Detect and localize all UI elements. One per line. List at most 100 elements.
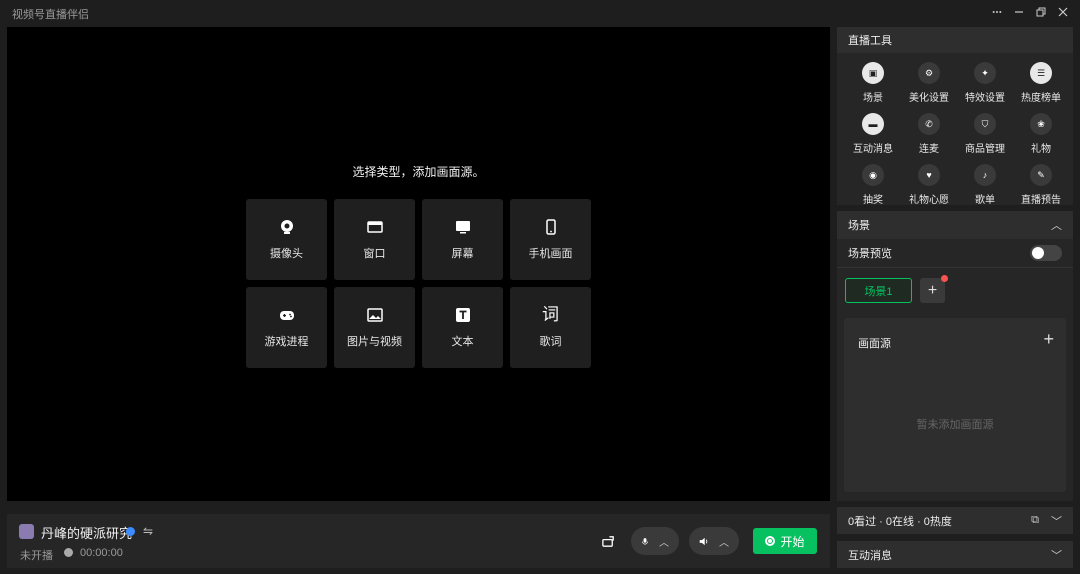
heart-icon: ♥ <box>918 164 940 186</box>
live-stats: 0看过 · 0在线 · 0热度 <box>848 515 952 528</box>
record-icon <box>765 536 776 546</box>
gift-icon: ❀ <box>1030 113 1052 135</box>
camera-icon <box>278 218 296 236</box>
rotate-button[interactable] <box>597 531 619 551</box>
source-text-button[interactable]: 文本 <box>422 287 503 368</box>
phone-icon <box>542 218 560 236</box>
tools-grid: ▣ 场景 ⚙ 美化设置 ✦ 特效设置 ☰ 热度榜单 ▬ 互动消息 ✆ 连麦 ⛉ 商品管理 ❀ 礼… <box>837 53 1073 215</box>
title-bar: 视频号直播伴侣 <box>0 0 1080 24</box>
avatar <box>19 524 34 539</box>
source-type-grid: 摄像头 窗口 屏幕 手机画面 游戏进程 图片与视频 文本 词 歌词 <box>246 199 591 368</box>
tool-messages[interactable]: ▬ 互动消息 <box>845 113 901 164</box>
scene-preview-toggle[interactable] <box>1030 245 1062 261</box>
tool-gift-wish[interactable]: ♥ 礼物心愿 <box>901 164 957 215</box>
more-icon[interactable] <box>986 2 1008 22</box>
clock-icon <box>64 548 73 557</box>
rotate-icon <box>601 535 614 547</box>
tool-beauty[interactable]: ⚙ 美化设置 <box>901 62 957 113</box>
messages-bar[interactable]: 互动消息 ﹀ <box>837 541 1073 568</box>
messages-title: 互动消息 <box>848 549 892 562</box>
tool-label: 特效设置 <box>965 93 1005 104</box>
tool-label: 歌单 <box>975 195 995 206</box>
stats-bar: 0看过 · 0在线 · 0热度 ⧉ ﹀ <box>837 507 1073 534</box>
panel-title: 直播工具 <box>837 27 1073 53</box>
speaker-control[interactable]: ︿ <box>689 527 739 555</box>
source-window-button[interactable]: 窗口 <box>334 199 415 280</box>
tool-products[interactable]: ⛉ 商品管理 <box>957 113 1013 164</box>
source-game-button[interactable]: 游戏进程 <box>246 287 327 368</box>
list-icon: ☰ <box>1030 62 1052 84</box>
scene-preview-row: 场景预览 <box>837 239 1073 268</box>
speaker-icon <box>699 537 708 545</box>
source-label: 屏幕 <box>451 248 474 260</box>
source-list-title: 画面源 <box>858 338 891 350</box>
source-phone-button[interactable]: 手机画面 <box>510 199 591 280</box>
chevron-down-icon[interactable]: ﹀ <box>1051 547 1062 563</box>
scene-panel: 场景 ︿ 场景预览 场景1 + 画面源 + 暂未添加画面源 <box>837 211 1073 501</box>
chevron-up-icon[interactable]: ︿ <box>719 534 729 549</box>
lottery-icon: ◉ <box>862 164 884 186</box>
tool-label: 美化设置 <box>909 93 949 104</box>
live-status: 未开播 <box>20 550 53 562</box>
tool-hot-list[interactable]: ☰ 热度榜单 <box>1013 62 1069 113</box>
scene-preview-label: 场景预览 <box>848 248 892 260</box>
tool-label: 连麦 <box>919 144 939 155</box>
chevron-down-icon[interactable]: ﹀ <box>1051 513 1062 529</box>
text-icon <box>454 306 472 324</box>
microphone-control[interactable]: ︿ <box>631 527 679 555</box>
minimize-icon[interactable] <box>1008 2 1030 22</box>
live-timer: 00:00:00 <box>80 547 123 559</box>
empty-source-text: 暂未添加画面源 <box>916 419 994 431</box>
window-controls <box>986 2 1074 22</box>
verified-icon <box>126 527 135 536</box>
source-camera-button[interactable]: 摄像头 <box>246 199 327 280</box>
add-source-icon[interactable]: + <box>1043 329 1054 350</box>
restore-icon[interactable] <box>1030 2 1052 22</box>
source-label: 歌词 <box>539 336 562 348</box>
source-lyrics-button[interactable]: 词 歌词 <box>510 287 591 368</box>
app-title: 视频号直播伴侣 <box>12 9 89 21</box>
switch-account-icon[interactable]: ⇋ <box>143 524 153 538</box>
tool-gifts[interactable]: ❀ 礼物 <box>1013 113 1069 164</box>
add-scene-button[interactable]: + <box>920 275 948 303</box>
tool-label: 直播预告 <box>1021 195 1061 206</box>
bottom-control-bar: 丹峰的硬派研究 ⇋ 未开播 00:00:00 ︿ ︿ 开始 <box>7 514 830 568</box>
sparkle-icon: ✦ <box>974 62 996 84</box>
preview-canvas: 选择类型，添加画面源。 摄像头 窗口 屏幕 手机画面 游戏进程 图片与视频 文本 <box>7 27 830 501</box>
screen-icon <box>454 218 472 236</box>
scene-panel-header[interactable]: 场景 ︿ <box>837 211 1073 239</box>
close-icon[interactable] <box>1052 2 1074 22</box>
message-icon: ▬ <box>862 113 884 135</box>
scene-tabs: 场景1 + <box>845 275 948 303</box>
tool-co-host[interactable]: ✆ 连麦 <box>901 113 957 164</box>
source-image-video-button[interactable]: 图片与视频 <box>334 287 415 368</box>
chevron-up-icon[interactable]: ︿ <box>1051 217 1062 233</box>
live-tools-panel: 直播工具 ▣ 场景 ⚙ 美化设置 ✦ 特效设置 ☰ 热度榜单 ▬ 互动消息 ✆ 连麦 ⛉ 商品… <box>837 27 1073 206</box>
chevron-up-icon[interactable]: ︿ <box>659 534 669 549</box>
tool-label: 商品管理 <box>965 144 1005 155</box>
tool-playlist[interactable]: ♪ 歌单 <box>957 164 1013 215</box>
source-screen-button[interactable]: 屏幕 <box>422 199 503 280</box>
popout-icon[interactable]: ⧉ <box>1031 514 1039 527</box>
start-live-button[interactable]: 开始 <box>753 528 817 554</box>
gamepad-icon <box>278 306 296 324</box>
tool-label: 互动消息 <box>853 144 893 155</box>
tool-label: 礼物 <box>1031 144 1051 155</box>
tool-live-notice[interactable]: ✎ 直播预告 <box>1013 164 1069 215</box>
lyrics-icon: 词 <box>542 305 559 324</box>
microphone-icon <box>642 537 648 545</box>
tool-effects[interactable]: ✦ 特效设置 <box>957 62 1013 113</box>
scene-tab-1[interactable]: 场景1 <box>845 278 912 303</box>
notification-dot <box>941 275 948 282</box>
tool-label: 热度榜单 <box>1021 93 1061 104</box>
tool-lottery[interactable]: ◉ 抽奖 <box>845 164 901 215</box>
source-label: 手机画面 <box>528 248 573 260</box>
window-icon <box>366 218 384 236</box>
tool-label: 礼物心愿 <box>909 195 949 206</box>
plus-icon: + <box>927 281 938 299</box>
start-label: 开始 <box>780 534 805 549</box>
source-label: 图片与视频 <box>347 336 402 348</box>
image-icon <box>366 306 384 324</box>
tool-scene[interactable]: ▣ 场景 <box>845 62 901 113</box>
scene-panel-title: 场景 <box>848 220 870 232</box>
